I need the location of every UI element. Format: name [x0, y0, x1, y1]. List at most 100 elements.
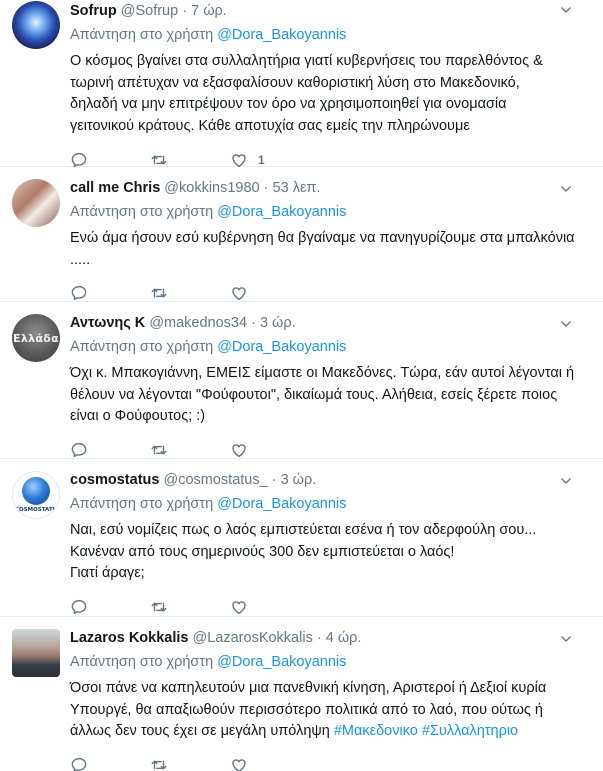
reply-icon	[70, 284, 88, 302]
retweet-icon	[150, 441, 168, 459]
tweet-text: Ο κόσμος βγαίνει στα συλλαλητήρια γιατί …	[70, 51, 603, 137]
avatar[interactable]: COSMOSTATU	[12, 471, 60, 519]
user-handle[interactable]: @LazarosKokkalis	[193, 630, 313, 646]
tweet-text-line: .....	[70, 251, 91, 268]
reply-button[interactable]	[70, 441, 150, 459]
globe-icon	[22, 477, 50, 505]
mention-link[interactable]: @Dora_Bakoyannis	[217, 654, 346, 670]
reply-prefix: Απάντηση στο χρήστη	[70, 654, 214, 670]
chevron-down-icon[interactable]	[559, 632, 573, 646]
display-name[interactable]: cosmostatus	[70, 472, 159, 488]
tweet-header: Lazaros Kokkalis @LazarosKokkalis · 4 ώρ…	[70, 629, 603, 648]
reply-prefix: Απάντηση στο χρήστη	[70, 204, 214, 220]
timestamp[interactable]: 3 ώρ.	[281, 472, 317, 488]
avatar[interactable]	[12, 1, 60, 49]
tweet-text-line: άλλως δεν τους έχει σε μεγάλη υπόληψη #Μ…	[70, 721, 583, 743]
timestamp[interactable]: 7 ώρ.	[191, 3, 227, 19]
retweet-icon	[150, 598, 168, 616]
separator-dot: ·	[251, 315, 256, 331]
user-handle[interactable]: @makednos34	[149, 315, 247, 331]
user-handle[interactable]: @cosmostatus_	[163, 472, 267, 488]
like-button[interactable]	[230, 284, 310, 302]
retweet-button[interactable]	[150, 598, 230, 616]
separator-dot: ·	[182, 3, 188, 19]
tweet[interactable]: call me Chris @kokkins1980 · 53 λεπ. Απά…	[0, 167, 603, 302]
display-name[interactable]: call me Chris	[70, 180, 160, 196]
tweet-text-segment: άλλως δεν τους έχει σε μεγάλη υπόληψη	[70, 723, 330, 739]
timestamp[interactable]: 4 ώρ.	[326, 630, 362, 646]
reply-button[interactable]	[70, 756, 150, 771]
display-name[interactable]: Sofrup	[70, 3, 117, 19]
reply-context: Απάντηση στο χρήστη @Dora_Bakoyannis	[70, 203, 603, 222]
chevron-down-icon[interactable]	[559, 182, 573, 196]
tweet-text-line: Υπουργέ, θα απαξιωθούν περισσότερο πολιτ…	[70, 701, 543, 718]
tweet[interactable]: Lazaros Kokkalis @LazarosKokkalis · 4 ώρ…	[0, 617, 603, 771]
tweet-text-line: θέλουν να λέγονται "Φούφουτοι", δικαίωμά…	[70, 386, 558, 403]
user-handle[interactable]: @Sofrup	[121, 3, 178, 19]
hashtag-link[interactable]: #Συλλαλητηριο	[422, 723, 518, 739]
timestamp[interactable]: 3 ώρ.	[260, 315, 296, 331]
reply-prefix: Απάντηση στο χρήστη	[70, 339, 214, 355]
separator-dot: ·	[263, 180, 269, 196]
like-button[interactable]	[230, 598, 310, 616]
chevron-down-icon[interactable]	[559, 474, 573, 488]
heart-icon	[230, 284, 248, 302]
chevron-down-icon[interactable]	[559, 3, 573, 17]
heart-icon	[230, 441, 248, 459]
like-button[interactable]	[230, 441, 310, 459]
tweet-text-line: δηλαδή να μην επιτρέψουν τον όρο να χρησ…	[70, 96, 507, 112]
tweet-text-line: είναι ο Φούφουτος; :)	[70, 408, 206, 424]
retweet-icon	[150, 756, 168, 771]
tweet-header: call me Chris @kokkins1980 · 53 λεπ.	[70, 179, 603, 198]
tweet-actions	[70, 283, 603, 303]
separator-dot: ·	[271, 472, 277, 488]
tweet-text-line: Ο κόσμος βγαίνει στα συλλαλητήρια γιατί …	[70, 53, 543, 69]
tweet-text-line: Κανέναν από τους σημερινούς 300 δεν εμπι…	[70, 543, 455, 560]
reply-context: Απάντηση στο χρήστη @Dora_Bakoyannis	[70, 338, 603, 357]
mention-link[interactable]: @Dora_Bakoyannis	[217, 204, 346, 220]
tweet[interactable]: Ελλάδα Αντωνης Κ @makednos34 · 3 ώρ. Απά…	[0, 302, 603, 459]
user-handle[interactable]: @kokkins1980	[164, 180, 259, 196]
tweet-text: Όχι κ. Μπακογιάννη, ΕΜΕΙΣ είμαστε οι Μακ…	[70, 363, 603, 428]
retweet-button[interactable]	[150, 756, 230, 771]
separator-dot: ·	[316, 630, 322, 646]
reply-icon	[70, 756, 88, 771]
reply-prefix: Απάντηση στο χρήστη	[70, 27, 214, 43]
reply-context: Απάντηση στο χρήστη @Dora_Bakoyannis	[70, 495, 603, 514]
tweet-header: Αντωνης Κ @makednos34 · 3 ώρ.	[70, 314, 603, 333]
avatar[interactable]	[12, 179, 60, 227]
tweet-text-line: γειτονικού κράτους. Κάθε αποτυχία σας εμ…	[70, 117, 470, 134]
timestamp[interactable]: 53 λεπ.	[273, 180, 321, 196]
tweet-text-line: Ενώ άμα ήσουν εσύ κυβέρνηση θα βγαίναμε …	[70, 230, 575, 246]
reply-button[interactable]	[70, 284, 150, 302]
tweet-actions	[70, 597, 603, 617]
tweet-text: Ενώ άμα ήσουν εσύ κυβέρνηση θα βγαίναμε …	[70, 228, 603, 271]
tweet[interactable]: COSMOSTATU cosmostatus @cosmostatus_ · 3…	[0, 459, 603, 617]
retweet-icon	[150, 284, 168, 302]
tweet-text-line: Ναι, εσύ νομίζεις πως ο λαός εμπιστεύετα…	[70, 522, 537, 538]
mention-link[interactable]: @Dora_Bakoyannis	[217, 339, 346, 355]
avatar-text: COSMOSTATU	[14, 507, 58, 513]
mention-link[interactable]: @Dora_Bakoyannis	[217, 496, 346, 512]
hashtag-link[interactable]: #Μακεδονικο	[334, 723, 418, 739]
like-button[interactable]	[230, 756, 310, 771]
display-name[interactable]: Lazaros Kokkalis	[70, 630, 188, 646]
heart-icon	[230, 598, 248, 616]
reply-context: Απάντηση στο χρήστη @Dora_Bakoyannis	[70, 653, 603, 672]
avatar[interactable]	[12, 629, 60, 677]
avatar[interactable]: Ελλάδα	[12, 314, 60, 362]
reply-prefix: Απάντηση στο χρήστη	[70, 496, 214, 512]
retweet-button[interactable]	[150, 284, 230, 302]
tweet-text-line: Όσοι πάνε να καπηλευτούν μια πανεθνική κ…	[70, 680, 547, 696]
tweet-text-line: Όχι κ. Μπακογιάννη, ΕΜΕΙΣ είμαστε οι Μακ…	[70, 365, 575, 381]
tweet[interactable]: Sofrup @Sofrup · 7 ώρ. Απάντηση στο χρήσ…	[0, 0, 603, 167]
chevron-down-icon[interactable]	[559, 317, 573, 331]
tweet-text-line: τωρινή απέτυχαν να εξασφαλίσουν καθοριστ…	[70, 74, 520, 91]
reply-button[interactable]	[70, 598, 150, 616]
reply-context: Απάντηση στο χρήστη @Dora_Bakoyannis	[70, 26, 603, 45]
tweet-actions	[70, 755, 603, 771]
mention-link[interactable]: @Dora_Bakoyannis	[217, 27, 346, 43]
retweet-button[interactable]	[150, 441, 230, 459]
display-name[interactable]: Αντωνης Κ	[70, 315, 145, 331]
like-count: 1	[258, 153, 265, 167]
